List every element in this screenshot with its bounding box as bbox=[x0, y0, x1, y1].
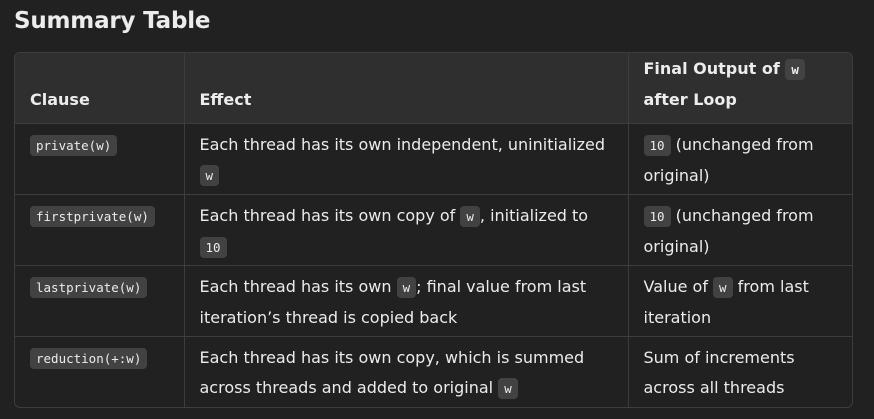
table-row: private(w) Each thread has its own indep… bbox=[15, 122, 852, 194]
section-title: Summary Table bbox=[14, 8, 211, 34]
table-header-row: Clause Effect Final Output of w after Lo… bbox=[15, 53, 852, 123]
final-code: 10 bbox=[643, 205, 671, 227]
final-output-cell: 10 (unchanged from original) bbox=[627, 193, 852, 265]
effect-text: Each thread has its own bbox=[199, 276, 392, 296]
header-final-output: Final Output of w after Loop bbox=[627, 53, 852, 123]
final-output-cell: Sum of increments across all threads bbox=[627, 335, 852, 407]
clause-code: private(w) bbox=[30, 134, 118, 156]
effect-code-2: 10 bbox=[199, 236, 227, 258]
clause-code: reduction(+:w) bbox=[30, 347, 148, 369]
header-final-code: w bbox=[785, 58, 805, 80]
table-row: reduction(+:w) Each thread has its own c… bbox=[15, 335, 852, 407]
effect-cell: Each thread has its own independent, uni… bbox=[183, 122, 628, 194]
table-row: firstprivate(w) Each thread has its own … bbox=[15, 193, 852, 265]
effect-code: w bbox=[460, 205, 480, 227]
final-code: w bbox=[713, 276, 733, 298]
final-output-cell: 10 (unchanged from original) bbox=[627, 122, 852, 194]
effect-text-b: , initialized to bbox=[479, 205, 589, 225]
summary-table: Clause Effect Final Output of w after Lo… bbox=[14, 52, 853, 408]
clause-cell: private(w) bbox=[15, 122, 184, 194]
header-effect: Effect bbox=[183, 53, 628, 123]
effect-text: Each thread has its own independent, uni… bbox=[199, 134, 606, 154]
effect-code: w bbox=[199, 164, 220, 186]
final-code: 10 bbox=[643, 134, 671, 156]
effect-text: Each thread has its own copy, which is s… bbox=[199, 347, 585, 397]
clause-cell: firstprivate(w) bbox=[15, 193, 184, 265]
effect-cell: Each thread has its own copy of w, initi… bbox=[183, 193, 628, 265]
effect-code: w bbox=[498, 377, 518, 399]
effect-text: Each thread has its own copy of bbox=[199, 205, 456, 225]
table-row: lastprivate(w) Each thread has its own w… bbox=[15, 264, 852, 336]
final-pre: Value of bbox=[643, 276, 708, 296]
clause-cell: reduction(+:w) bbox=[15, 335, 184, 407]
header-clause: Clause bbox=[15, 53, 184, 123]
header-final-post: after Loop bbox=[643, 89, 737, 109]
clause-cell: lastprivate(w) bbox=[15, 264, 184, 336]
header-final-pre: Final Output of bbox=[643, 58, 780, 78]
final-text: Sum of increments across all threads bbox=[643, 347, 795, 397]
final-output-cell: Value of w from last iteration bbox=[627, 264, 852, 336]
clause-code: lastprivate(w) bbox=[30, 276, 148, 298]
effect-code: w bbox=[396, 276, 417, 298]
effect-cell: Each thread has its own copy, which is s… bbox=[183, 335, 628, 407]
effect-cell: Each thread has its own w; final value f… bbox=[183, 264, 628, 336]
clause-code: firstprivate(w) bbox=[30, 205, 155, 227]
